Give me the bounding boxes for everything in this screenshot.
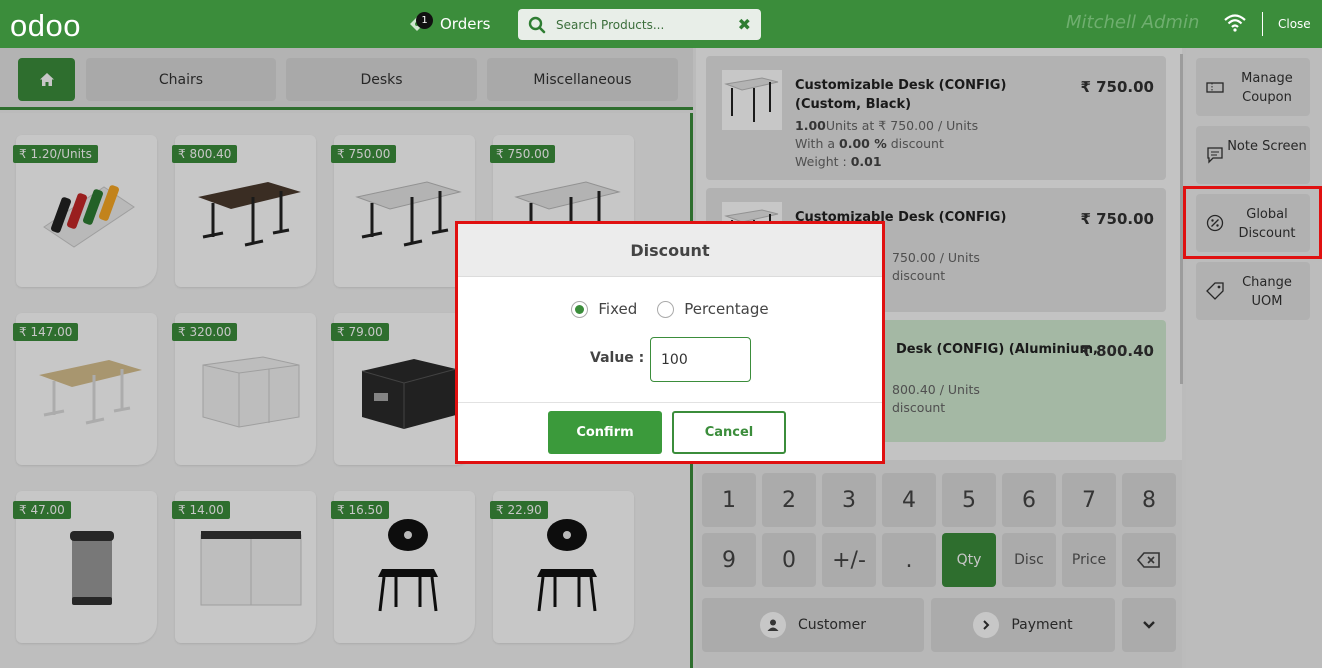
orders-count-badge: 1 xyxy=(416,12,433,29)
discount-value-input[interactable] xyxy=(650,337,751,382)
header-divider xyxy=(1262,12,1263,36)
discount-type-options: Fixed Percentage xyxy=(458,300,882,318)
search-input[interactable] xyxy=(556,17,726,32)
orders-label: Orders xyxy=(440,15,491,33)
product-search[interactable]: ✖ xyxy=(518,9,761,40)
cancel-button[interactable]: Cancel xyxy=(672,411,786,454)
percentage-option[interactable]: Percentage xyxy=(657,300,769,318)
close-button[interactable]: Close xyxy=(1278,17,1311,31)
ticket-icon: 1 xyxy=(408,12,433,33)
dialog-title: Discount xyxy=(458,224,882,277)
percentage-label: Percentage xyxy=(684,300,769,318)
discount-dialog: Discount Fixed Percentage Value : Confir… xyxy=(455,221,885,464)
confirm-button[interactable]: Confirm xyxy=(548,411,662,454)
value-label: Value : xyxy=(590,350,645,366)
cashier-name[interactable]: Mitchell Admin xyxy=(1066,12,1199,33)
fixed-label: Fixed xyxy=(598,300,638,318)
fixed-option[interactable]: Fixed xyxy=(571,300,637,318)
orders-button[interactable]: 1 Orders xyxy=(408,10,490,38)
dialog-footer: Confirm Cancel xyxy=(458,402,882,464)
global-discount-highlight xyxy=(1183,186,1322,259)
wifi-icon xyxy=(1224,14,1246,32)
top-bar: odoo 1 Orders ✖ Mitchell Admin Close xyxy=(0,0,1322,48)
clear-search-icon[interactable]: ✖ xyxy=(738,15,751,34)
odoo-logo: odoo xyxy=(10,8,81,43)
search-icon xyxy=(528,16,546,33)
percentage-radio[interactable] xyxy=(657,300,675,318)
fixed-radio[interactable] xyxy=(571,300,589,318)
